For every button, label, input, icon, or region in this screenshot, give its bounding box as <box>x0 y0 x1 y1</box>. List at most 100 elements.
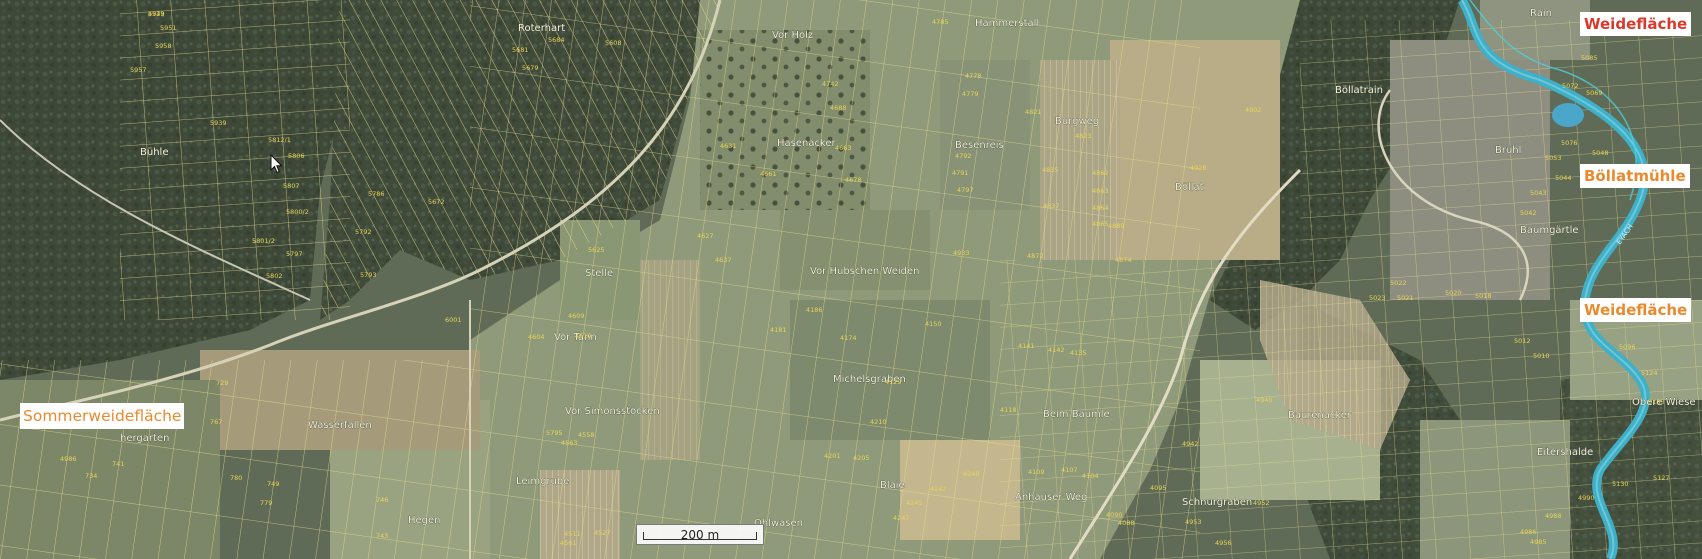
place-label: Beim Baumle <box>1043 409 1110 420</box>
parcel-number: 4874 <box>1115 256 1132 264</box>
parcel-number: 749 <box>267 480 279 488</box>
parcel-number: 4661 <box>760 170 777 178</box>
parcel-number: 4150 <box>925 320 942 328</box>
parcel-number: 4563 <box>561 439 578 447</box>
parcel-number: 4865 <box>1092 220 1109 228</box>
parcel-number: 4889 <box>1108 222 1125 230</box>
place-label: Leimgrube <box>516 476 569 487</box>
parcel-number: 4986 <box>1520 528 1537 536</box>
parcel-grid-east <box>1300 20 1702 559</box>
parcel-number: 4792 <box>955 152 972 160</box>
parcel-number: 5044 <box>1555 174 1572 182</box>
parcel-number: 4529 <box>148 10 165 18</box>
parcel-number: 4604 <box>528 333 545 341</box>
place-label: Böllat <box>1175 182 1204 193</box>
parcel-number: 4558 <box>578 431 595 439</box>
parcel-number: 4247 <box>893 514 910 522</box>
parcel-number: 4952 <box>1253 499 1270 507</box>
parcel-number: 4141 <box>1018 342 1035 350</box>
parcel-number: 4142 <box>1048 346 1065 354</box>
parcel-number: 5939 <box>210 119 227 127</box>
parcel-number: 5786 <box>368 190 385 198</box>
parcel-number: 4610 <box>575 332 592 340</box>
parcel-number: 4118 <box>1000 406 1017 414</box>
parcel-number: 5608 <box>605 39 622 47</box>
parcel-number: 4837 <box>1043 202 1060 210</box>
parcel-number: 5069 <box>1586 89 1603 97</box>
parcel-number: 5048 <box>1592 149 1609 157</box>
parcel-number: 4561 <box>560 539 577 547</box>
parcel-number: 5800/2 <box>286 208 309 216</box>
parcel-number: 5053 <box>1545 154 1562 162</box>
parcel-number: 4088 <box>1118 519 1135 527</box>
parcel-number: 5124 <box>1641 369 1658 377</box>
parcel-number: 4956 <box>1215 539 1232 547</box>
parcel-number: 5681 <box>512 46 529 54</box>
parcel-number: 4835 <box>1042 166 1059 174</box>
parcel-number: 4785 <box>932 18 949 26</box>
parcel-number: 743 <box>376 532 388 540</box>
map-canvas[interactable]: Bühle Roterhart Vor Holz Hammerstall Has… <box>0 0 1702 559</box>
parcel-number: 4864 <box>1092 204 1109 212</box>
parcel-number: 5023 <box>1369 294 1386 302</box>
parcel-number: 4135 <box>1070 349 1087 357</box>
parcel-number: 5795 <box>546 429 563 437</box>
parcel-number: 5812/1 <box>268 136 291 144</box>
place-label: Böllatrain <box>1335 85 1383 96</box>
cadastral-aerial-map[interactable]: Bühle Roterhart Vor Holz Hammerstall Has… <box>0 0 1702 559</box>
parcel-number: 4988 <box>1545 512 1562 520</box>
parcel-number: 5096 <box>1619 343 1636 351</box>
parcel-number: 4631 <box>720 142 737 150</box>
parcel-number: 4688 <box>830 104 847 112</box>
parcel-number: 4872 <box>1027 252 1044 260</box>
parcel-number: 4104 <box>1082 472 1099 480</box>
parcel-number: 4210 <box>870 418 887 426</box>
parcel-number: 5076 <box>1561 139 1578 147</box>
parcel-number: 4953 <box>1185 518 1202 526</box>
parcel-number: 4823 <box>1075 132 1092 140</box>
parcel-number: 4107 <box>1061 466 1078 474</box>
parcel-number: 4245 <box>906 499 923 507</box>
parcel-number: 5802 <box>266 272 283 280</box>
parcel-number: 5012 <box>1514 337 1531 345</box>
place-label: Eitershalde <box>1537 447 1593 458</box>
parcel-number: 4985 <box>1530 538 1547 546</box>
parcel-number: 6001 <box>445 316 462 324</box>
parcel-number: 4933 <box>953 249 970 257</box>
callout-boellatmuehle: Böllatmühle <box>1580 164 1690 188</box>
parcel-number: 729 <box>216 379 228 387</box>
parcel-number: 4527 <box>594 529 611 537</box>
place-label: Vor Simonsstöcken <box>565 406 660 417</box>
parcel-number: 741 <box>112 460 124 468</box>
parcel-number: 5043 <box>1530 189 1547 197</box>
parcel-number: 5684 <box>548 36 565 44</box>
place-label: Stelle <box>585 268 613 279</box>
parcel-number: 5130 <box>1612 480 1629 488</box>
place-label: hergarten <box>120 433 169 444</box>
parcel-number: 4240 <box>963 470 980 478</box>
place-label: Baumgärtle <box>1520 225 1579 236</box>
callout-weideflaeche-top: Weidefläche <box>1580 12 1692 36</box>
parcel-number: 4663 <box>835 144 852 152</box>
place-label: Vor Holz <box>772 30 813 41</box>
parcel-number: 4928 <box>1190 164 1207 172</box>
parcel-number: 4942 <box>1182 440 1199 448</box>
parcel-number: 767 <box>210 418 222 426</box>
callout-weideflaeche-mid: Weidefläche <box>1580 298 1692 322</box>
parcel-number: 746 <box>376 496 388 504</box>
parcel-number: 5801/2 <box>252 237 275 245</box>
parcel-number: 5133 <box>1648 398 1665 406</box>
parcel-number: 5957 <box>130 66 147 74</box>
parcel-number: 4863 <box>1092 187 1109 195</box>
parcel-number: 4090 <box>1106 511 1123 519</box>
parcel-number: 734 <box>85 472 97 480</box>
parcel-number: 5042 <box>1520 209 1537 217</box>
parcel-number: 4186 <box>806 306 823 314</box>
parcel-number: 4742 <box>822 80 839 88</box>
parcel-number: 4779 <box>962 90 979 98</box>
parcel-number: 5010 <box>1533 352 1550 360</box>
parcel-number: 5072 <box>1562 82 1579 90</box>
parcel-number: 779 <box>260 499 272 507</box>
parcel-number: 4862 <box>1092 169 1109 177</box>
parcel-number: 4095 <box>1150 484 1167 492</box>
